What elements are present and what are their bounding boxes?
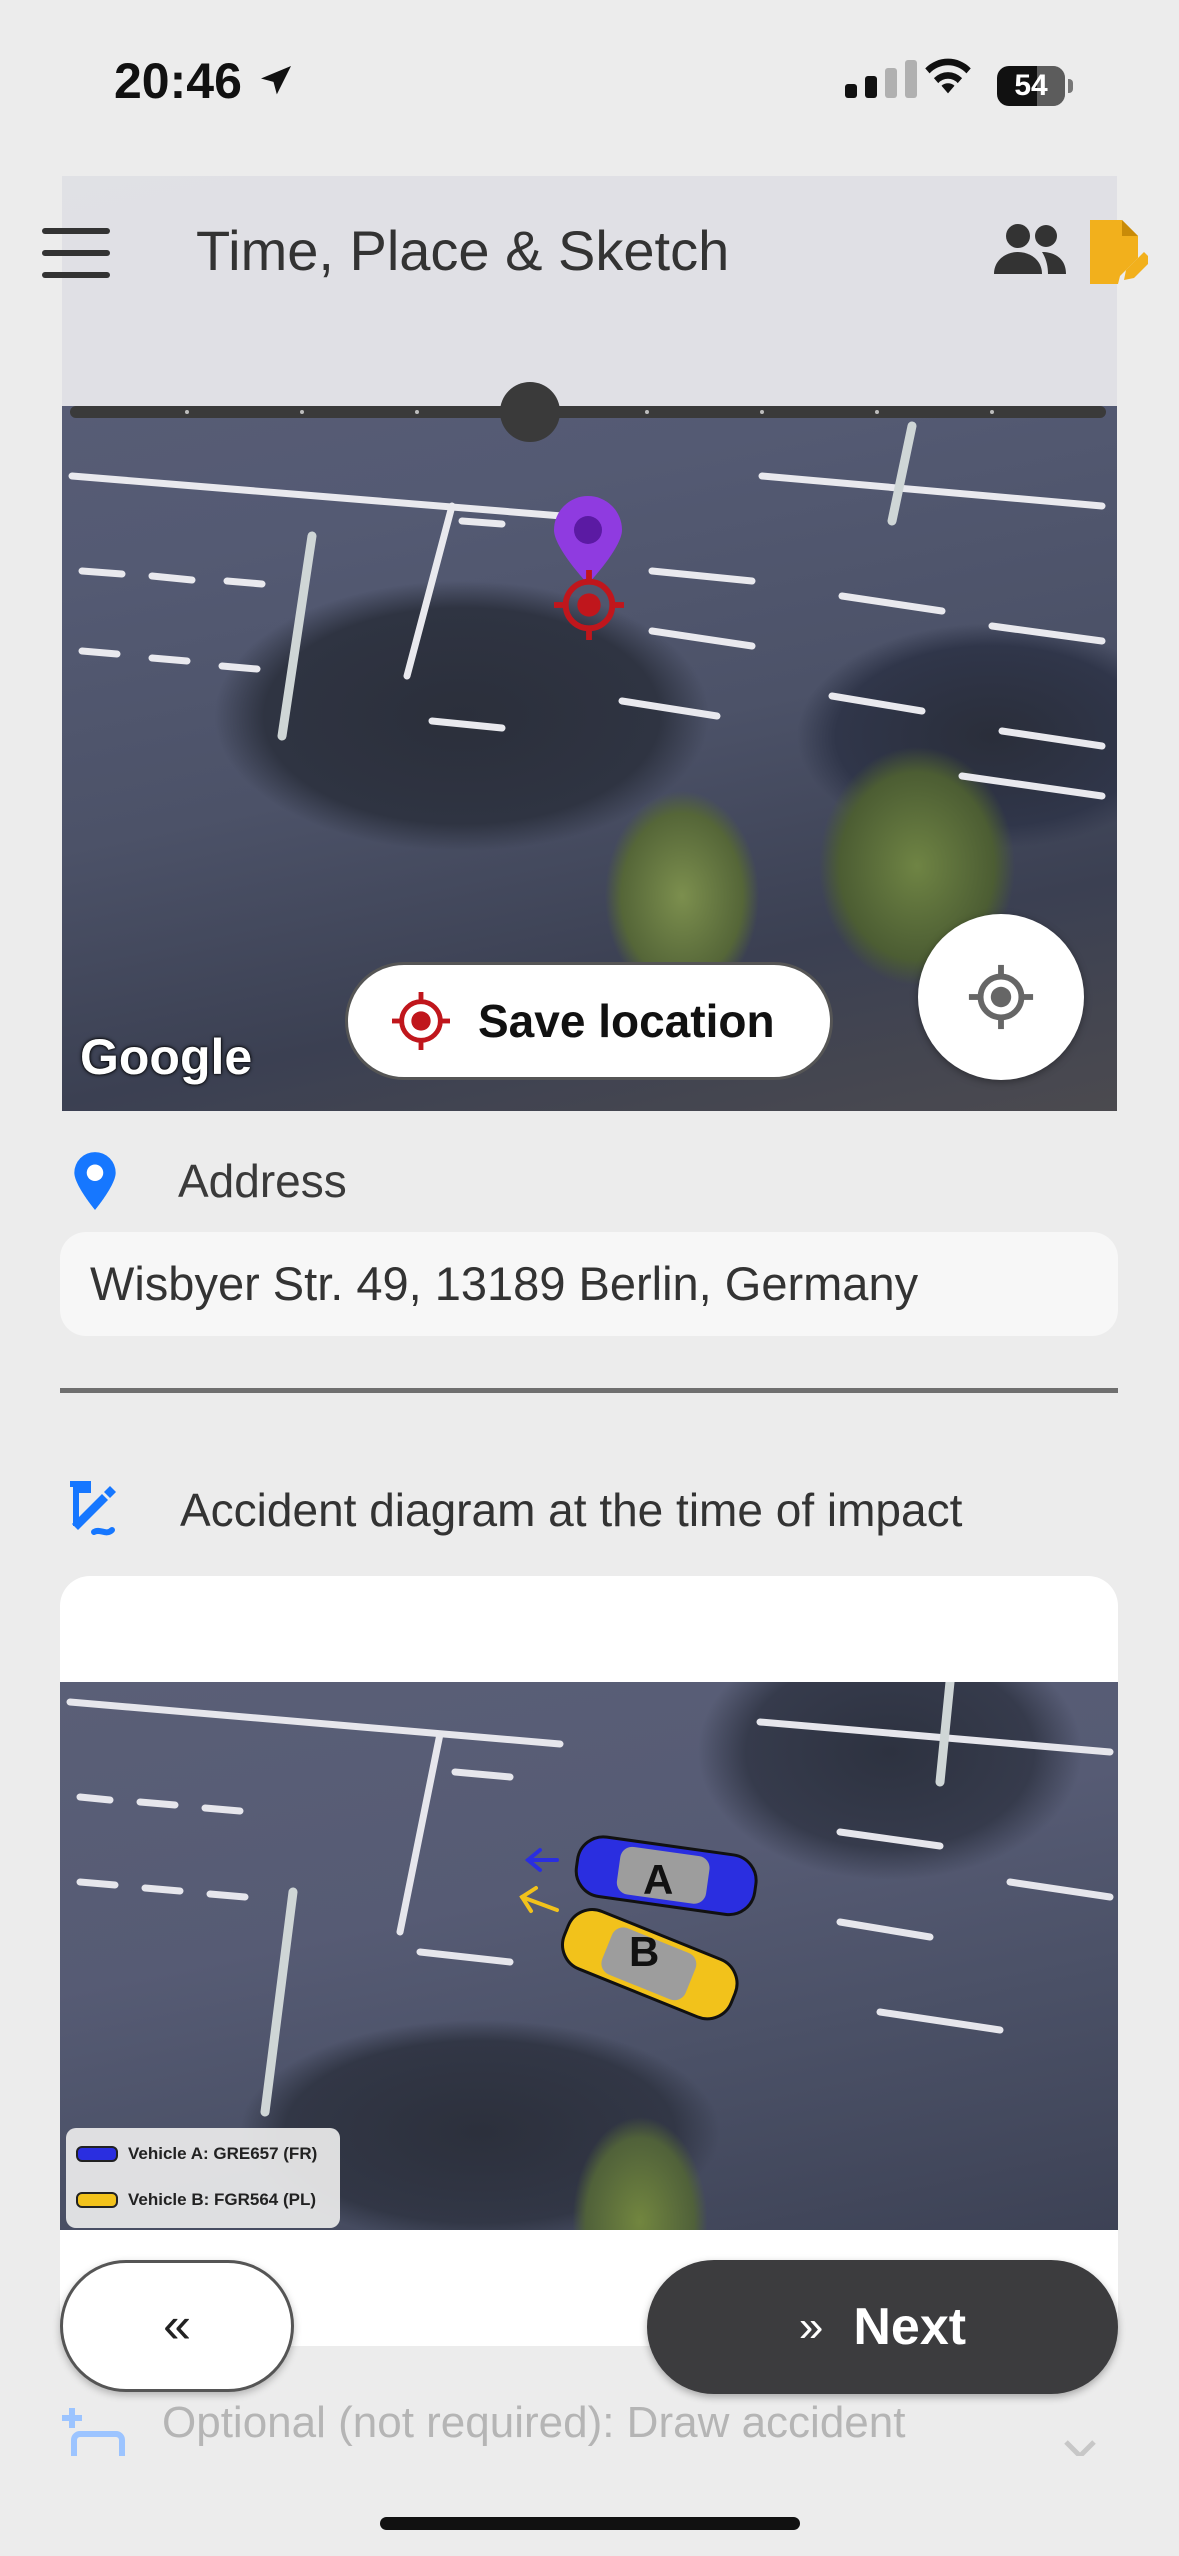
target-marker-icon bbox=[554, 570, 624, 640]
draw-icon bbox=[62, 2408, 125, 2456]
timeline-slider[interactable] bbox=[70, 370, 1106, 456]
legend-text-b: Vehicle B: FGR564 (PL) bbox=[128, 2190, 316, 2209]
optional-draw-label: Optional (not required): Draw accident bbox=[162, 2398, 906, 2447]
hamburger-menu-icon[interactable] bbox=[42, 228, 110, 280]
battery-icon: 54 bbox=[997, 66, 1073, 106]
accident-diagram-card[interactable]: A B bbox=[60, 1576, 1118, 2346]
next-button[interactable]: » Next bbox=[647, 2260, 1118, 2394]
vehicle-b-swatch bbox=[76, 2192, 118, 2208]
slider-thumb[interactable] bbox=[500, 382, 560, 442]
diagram-header: Accident diagram at the time of impact bbox=[66, 1480, 962, 1540]
gps-locate-icon bbox=[968, 964, 1034, 1030]
section-divider bbox=[60, 1388, 1118, 1393]
address-header: Address bbox=[70, 1150, 347, 1212]
address-label: Address bbox=[178, 1155, 347, 1207]
optional-draw-row[interactable]: Optional (not required): Draw accident bbox=[58, 2396, 1138, 2456]
address-field[interactable]: Wisbyer Str. 49, 13189 Berlin, Germany bbox=[60, 1232, 1118, 1336]
location-arrow-icon bbox=[260, 66, 291, 95]
vehicle-legend: Vehicle A: GRE657 (FR) Vehicle B: FGR564… bbox=[66, 2128, 340, 2228]
wifi-icon bbox=[925, 58, 971, 94]
cellular-signal-icon bbox=[845, 60, 917, 98]
legend-item-vehicle-a: Vehicle A: GRE657 (FR) bbox=[76, 2144, 317, 2164]
location-pin-icon bbox=[74, 1152, 116, 1210]
people-icon[interactable] bbox=[990, 220, 1070, 276]
page-title: Time, Place & Sketch bbox=[196, 219, 730, 282]
vehicle-b-marker: B bbox=[629, 1928, 660, 1975]
legend-text-a: Vehicle A: GRE657 (FR) bbox=[128, 2144, 318, 2163]
vehicle-a-marker: A bbox=[643, 1856, 674, 1903]
next-label: Next bbox=[853, 2298, 967, 2356]
next-chevron-icon: » bbox=[798, 2302, 824, 2351]
chevron-down-icon[interactable] bbox=[1060, 2436, 1100, 2456]
clock: 20:46 bbox=[114, 52, 296, 110]
status-bar: 20:46 54 bbox=[0, 0, 1179, 170]
save-location-label: Save location bbox=[478, 995, 775, 1047]
google-attribution: Google bbox=[80, 1029, 253, 1085]
diagram-label: Accident diagram at the time of impact bbox=[180, 1484, 963, 1536]
draw-edit-icon bbox=[70, 1481, 116, 1536]
home-indicator[interactable] bbox=[380, 2517, 800, 2530]
battery-level: 54 bbox=[1014, 69, 1048, 102]
edit-document-icon[interactable] bbox=[1084, 216, 1148, 288]
legend-item-vehicle-b: Vehicle B: FGR564 (PL) bbox=[76, 2190, 316, 2210]
clock-time: 20:46 bbox=[114, 53, 242, 109]
save-location-button[interactable]: Save location bbox=[345, 962, 833, 1080]
back-button[interactable]: « bbox=[60, 2260, 294, 2392]
crosshair-icon bbox=[392, 992, 450, 1050]
app-header: Time, Place & Sketch bbox=[0, 176, 1179, 442]
vehicle-a-swatch bbox=[76, 2146, 118, 2162]
my-location-button[interactable] bbox=[918, 914, 1084, 1080]
